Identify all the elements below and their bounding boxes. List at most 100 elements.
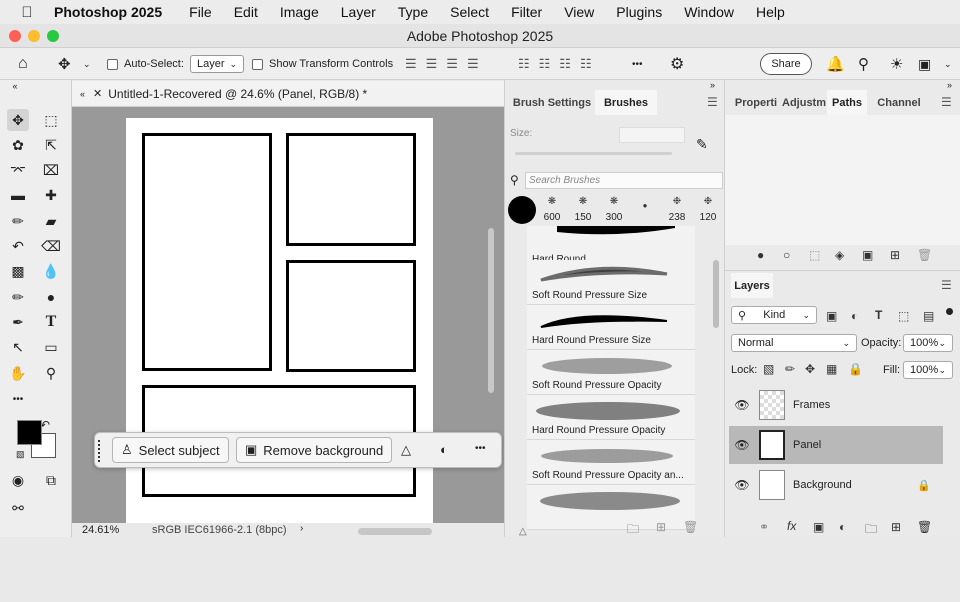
apple-icon[interactable]:  — [0, 4, 54, 21]
filter-kind-dropdown[interactable]: ⚲ Kind ⌄ — [731, 306, 817, 324]
menu-select[interactable]: Select — [450, 4, 489, 20]
share-button[interactable]: Share — [760, 53, 812, 75]
menu-layer[interactable]: Layer — [341, 4, 376, 20]
brush-preset-238[interactable]: ❉ 238 — [663, 196, 691, 226]
brush-item[interactable]: Hard Round Pressure Opacity — [527, 395, 695, 440]
layer-row-background[interactable]: 👁 Background 🔒 — [729, 466, 943, 504]
chevron-right-icon[interactable]: › — [300, 523, 303, 534]
quick-mask-icon[interactable]: ◉ — [7, 469, 29, 491]
type-filter-icon[interactable]: T — [875, 308, 882, 322]
adjustment-layer-icon[interactable]: ◐ — [839, 520, 846, 534]
rectangle-tool[interactable]: ▭ — [40, 336, 62, 358]
ruler-tool[interactable]: ▬ — [7, 184, 29, 206]
menu-filter[interactable]: Filter — [511, 4, 542, 20]
fill-path-icon[interactable]: ● — [757, 248, 764, 262]
document-tab[interactable]: « ✕ Untitled-1-Recovered @ 24.6% (Panel,… — [72, 81, 504, 107]
lock-position-icon[interactable]: ✥ — [805, 362, 815, 376]
drag-handle-icon[interactable] — [98, 440, 102, 462]
adjustment-filter-icon[interactable]: ◐ — [851, 309, 858, 323]
new-path-icon[interactable]: ⊞ — [890, 248, 900, 262]
frame-tool[interactable]: ⌧ — [40, 159, 62, 181]
lock-paint-icon[interactable]: ✏ — [785, 362, 795, 376]
tab-brushes[interactable]: Brushes — [595, 90, 657, 115]
lock-pixels-icon[interactable]: ▧ — [763, 362, 774, 376]
brush-item[interactable] — [527, 485, 695, 530]
transform-icon[interactable]: △ — [401, 442, 411, 458]
close-window-button[interactable] — [9, 30, 21, 42]
layer-row-frames[interactable]: 👁 Frames — [729, 386, 943, 424]
image-filter-icon[interactable]: ▣ — [826, 309, 837, 323]
more-options-icon[interactable]: ••• — [632, 48, 643, 80]
tab-paths[interactable]: Paths — [827, 90, 867, 115]
smart-object-filter-icon[interactable]: ▤ — [923, 309, 934, 323]
brush-item[interactable]: Hard Round Pressure Size — [527, 305, 695, 350]
type-tool[interactable]: T — [40, 311, 62, 333]
eye-icon[interactable]: 👁 — [729, 438, 755, 452]
gear-icon[interactable]: ⚙ — [670, 48, 684, 80]
select-subject-button[interactable]: ♙ Select subject — [112, 437, 229, 463]
folder-icon[interactable]: 🗀 — [865, 520, 877, 541]
trash-icon[interactable]: 🗑 — [917, 520, 932, 534]
zoom-window-button[interactable] — [47, 30, 59, 42]
tab-channels[interactable]: Channel — [875, 90, 923, 115]
collapse-icon[interactable]: » — [947, 80, 952, 90]
menu-plugins[interactable]: Plugins — [616, 4, 662, 20]
hand-tool[interactable]: ✋ — [7, 362, 29, 384]
brush-item[interactable]: Soft Round Pressure Size — [527, 260, 695, 305]
add-icon[interactable]: ⊞ — [656, 520, 666, 534]
layers-title[interactable]: Layers — [731, 273, 773, 298]
move-tool-icon[interactable]: ✥ — [58, 48, 71, 80]
brush-preset-hard[interactable] — [508, 196, 536, 224]
filter-toggle[interactable] — [946, 308, 953, 315]
menu-edit[interactable]: Edit — [234, 4, 258, 20]
path-select-tool[interactable]: ↖ — [7, 336, 29, 358]
brush-preset-soft[interactable]: ● — [631, 196, 659, 226]
lightbulb-icon[interactable]: ☀ — [890, 48, 903, 80]
menu-app-name[interactable]: Photoshop 2025 — [54, 4, 162, 20]
tab-adjustments[interactable]: Adjustm — [781, 90, 827, 115]
menu-window[interactable]: Window — [684, 4, 734, 20]
chevron-down-icon[interactable]: ⌄ — [83, 48, 91, 80]
auto-select-dropdown[interactable]: Layer ⌄ — [190, 55, 244, 73]
default-colors-icon[interactable]: ▧ — [16, 449, 25, 460]
brush-search-input[interactable]: Search Brushes — [525, 172, 723, 189]
tab-brush-settings[interactable]: Brush Settings — [509, 90, 595, 115]
horizontal-scrollbar[interactable] — [358, 528, 432, 535]
marquee-tool[interactable]: ⬚ — [40, 109, 62, 131]
more-options-icon[interactable]: ••• — [475, 443, 486, 454]
object-select-tool[interactable]: ⇱ — [40, 134, 62, 156]
brush-preview-icon[interactable]: ✎ — [696, 136, 708, 153]
collapse-icon[interactable]: » — [710, 80, 715, 90]
link-layers-icon[interactable]: ⚭ — [759, 520, 769, 534]
trash-icon[interactable]: 🗑 — [683, 520, 698, 534]
search-icon[interactable]: ⚲ — [858, 48, 869, 80]
collapse-icon[interactable]: « — [80, 89, 85, 99]
history-brush-tool[interactable]: ↶ — [7, 235, 29, 257]
brush-preset-150[interactable]: ❋ 150 — [569, 196, 597, 226]
make-path-icon[interactable]: ◈ — [835, 248, 844, 262]
share-for-review-icon[interactable]: ⚯ — [7, 497, 29, 519]
brush-preset-120[interactable]: ❉ 120 — [694, 196, 722, 226]
lock-artboard-icon[interactable]: ▦ — [826, 362, 837, 376]
panel-menu-icon[interactable]: ☰ — [707, 95, 718, 109]
distribute-icons[interactable]: ☷☷☷☷ — [518, 48, 601, 80]
menu-type[interactable]: Type — [398, 4, 428, 20]
blur-tool[interactable]: 💧 — [40, 260, 62, 282]
pen-tool[interactable]: ✒ — [7, 311, 29, 333]
canvas-scrollbar[interactable] — [488, 228, 494, 393]
size-field[interactable] — [619, 127, 685, 143]
menu-view[interactable]: View — [564, 4, 594, 20]
align-icons[interactable]: ☰☰☰☰ — [405, 48, 488, 80]
minimize-window-button[interactable] — [28, 30, 40, 42]
load-selection-icon[interactable]: ⬚ — [809, 248, 820, 262]
remove-background-button[interactable]: ▣ Remove background — [236, 437, 393, 463]
panel-menu-icon[interactable]: ☰ — [941, 95, 952, 109]
lock-icon[interactable]: 🔒 — [917, 479, 931, 492]
home-icon[interactable]: ⌂ — [18, 48, 28, 80]
move-tool[interactable]: ✥ — [7, 109, 29, 131]
size-slider[interactable] — [515, 152, 672, 155]
brush-item[interactable]: Soft Round Pressure Opacity an... — [527, 440, 695, 485]
fx-icon[interactable]: fx — [787, 519, 796, 533]
add-mask-icon[interactable]: ▣ — [862, 248, 873, 262]
lock-all-icon[interactable]: 🔒 — [848, 362, 863, 376]
